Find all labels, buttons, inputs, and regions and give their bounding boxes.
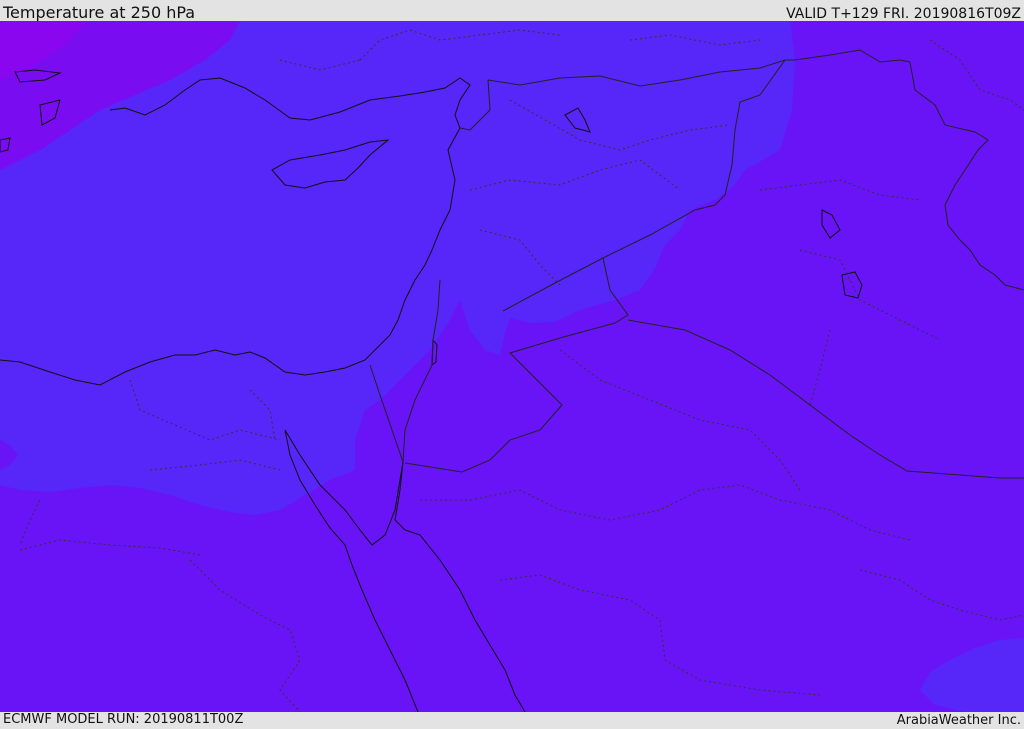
temperature-map[interactable] — [0, 21, 1024, 712]
map-canvas — [0, 21, 1024, 712]
model-run-label: ECMWF MODEL RUN: 20190811T00Z — [3, 712, 244, 727]
credit-label: ArabiaWeather Inc. — [896, 713, 1021, 728]
footer-bar: ECMWF MODEL RUN: 20190811T00Z ArabiaWeat… — [0, 712, 1024, 729]
chart-title: Temperature at 250 hPa — [3, 3, 196, 22]
header-bar: Temperature at 250 hPa VALID T+129 FRI. … — [0, 0, 1024, 22]
